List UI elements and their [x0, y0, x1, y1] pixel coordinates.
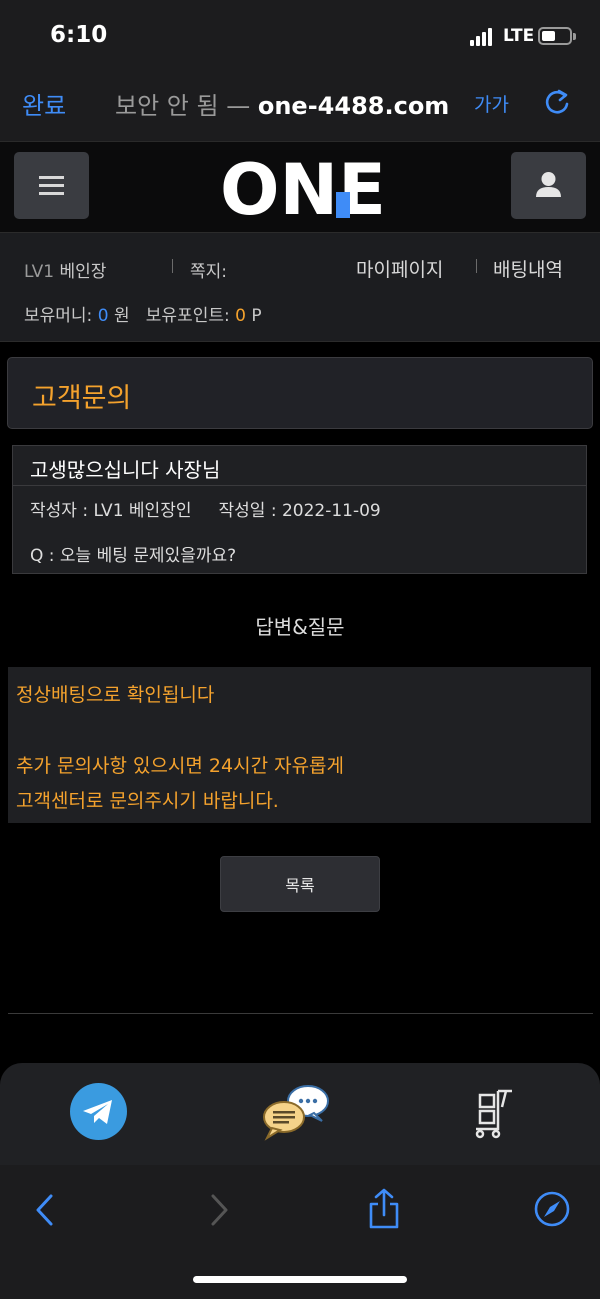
question-date: 작성일 : 2022-11-09	[218, 501, 381, 521]
url-dash: —	[226, 92, 251, 120]
question-meta: 작성자 : LV1 베인장인 작성일 : 2022-11-09	[30, 496, 381, 521]
user-info-bar: LV1 베인장 쪽지: 마이페이지 배팅내역 보유머니: 0 원 보유포인트: …	[0, 232, 600, 342]
answer-heading: 답변&질문	[255, 615, 345, 639]
browser-address-bar: 완료 보안 안 됨 — one-4488.com 가가	[0, 72, 600, 142]
user-icon	[536, 172, 561, 197]
level-badge: LV1	[24, 262, 55, 282]
done-button[interactable]: 완료	[22, 86, 66, 121]
status-bar: 6:10 LTE	[0, 0, 600, 72]
mypage-link[interactable]: 마이페이지	[356, 255, 443, 282]
cart-icon[interactable]	[472, 1087, 520, 1139]
signal-icon	[470, 28, 496, 46]
url-field[interactable]: 보안 안 됨 — one-4488.com	[115, 86, 449, 121]
footer-divider	[8, 1013, 593, 1014]
logo-text: ONE	[220, 154, 382, 220]
user-level: LV1 베인장	[24, 257, 106, 282]
points-label: 보유포인트:	[145, 306, 230, 326]
telegram-icon	[83, 1100, 112, 1124]
share-icon[interactable]	[366, 1187, 402, 1231]
reload-icon[interactable]	[543, 87, 571, 117]
compass-icon[interactable]	[533, 1190, 571, 1228]
logo[interactable]: ONE	[220, 154, 382, 220]
menu-button[interactable]	[14, 152, 89, 219]
answer-line: 추가 문의사항 있으시면 24시간 자유롭게	[16, 755, 345, 777]
answer-box: 정상배팅으로 확인됩니다 추가 문의사항 있으시면 24시간 자유롭게 고객센터…	[8, 667, 591, 823]
forward-icon[interactable]	[207, 1192, 231, 1228]
insecure-label: 보안 안 됨	[115, 92, 219, 120]
floating-action-bar	[0, 1063, 600, 1165]
home-indicator	[193, 1276, 407, 1283]
telegram-button[interactable]	[70, 1083, 127, 1140]
page-title-panel: 고객문의	[7, 357, 593, 429]
money-label: 보유머니:	[24, 306, 93, 326]
battery-tip	[573, 33, 576, 40]
question-box: 고생많으십니다 사장님 작성자 : LV1 베인장인 작성일 : 2022-11…	[12, 445, 587, 574]
points-unit: P	[251, 306, 262, 326]
money-value: 0	[97, 306, 109, 326]
answer-line: 정상배팅으로 확인됩니다	[16, 684, 215, 706]
points-value: 0	[235, 306, 246, 326]
question-subject: 고생많으십니다 사장님	[30, 458, 221, 482]
url-domain: one-4488.com	[257, 92, 450, 120]
text-size-button[interactable]: 가가	[474, 90, 509, 117]
memo-link[interactable]: 쪽지:	[190, 257, 227, 282]
status-time: 6:10	[50, 22, 108, 48]
money-unit: 원	[113, 306, 130, 326]
divider	[13, 485, 586, 486]
chat-icon[interactable]	[262, 1081, 332, 1143]
page-title: 고객문의	[32, 383, 132, 414]
balance-info: 보유머니: 0 원 보유포인트: 0 P	[24, 301, 262, 326]
question-body: Q : 오늘 베팅 문제있을까요?	[30, 546, 237, 566]
user-button[interactable]	[511, 152, 586, 219]
divider	[172, 259, 173, 273]
list-button[interactable]: 목록	[220, 856, 380, 912]
question-author: 작성자 : LV1 베인장인	[30, 501, 192, 521]
site-header: ONE	[0, 142, 600, 232]
back-icon[interactable]	[33, 1192, 57, 1228]
answer-line: 고객센터로 문의주시기 바랍니다.	[16, 790, 279, 812]
user-name: 베인장	[59, 262, 107, 282]
network-type: LTE	[503, 26, 535, 46]
hamburger-icon	[39, 176, 64, 179]
betting-history-link[interactable]: 배팅내역	[493, 255, 563, 282]
battery-icon	[538, 27, 572, 45]
divider	[476, 259, 477, 273]
